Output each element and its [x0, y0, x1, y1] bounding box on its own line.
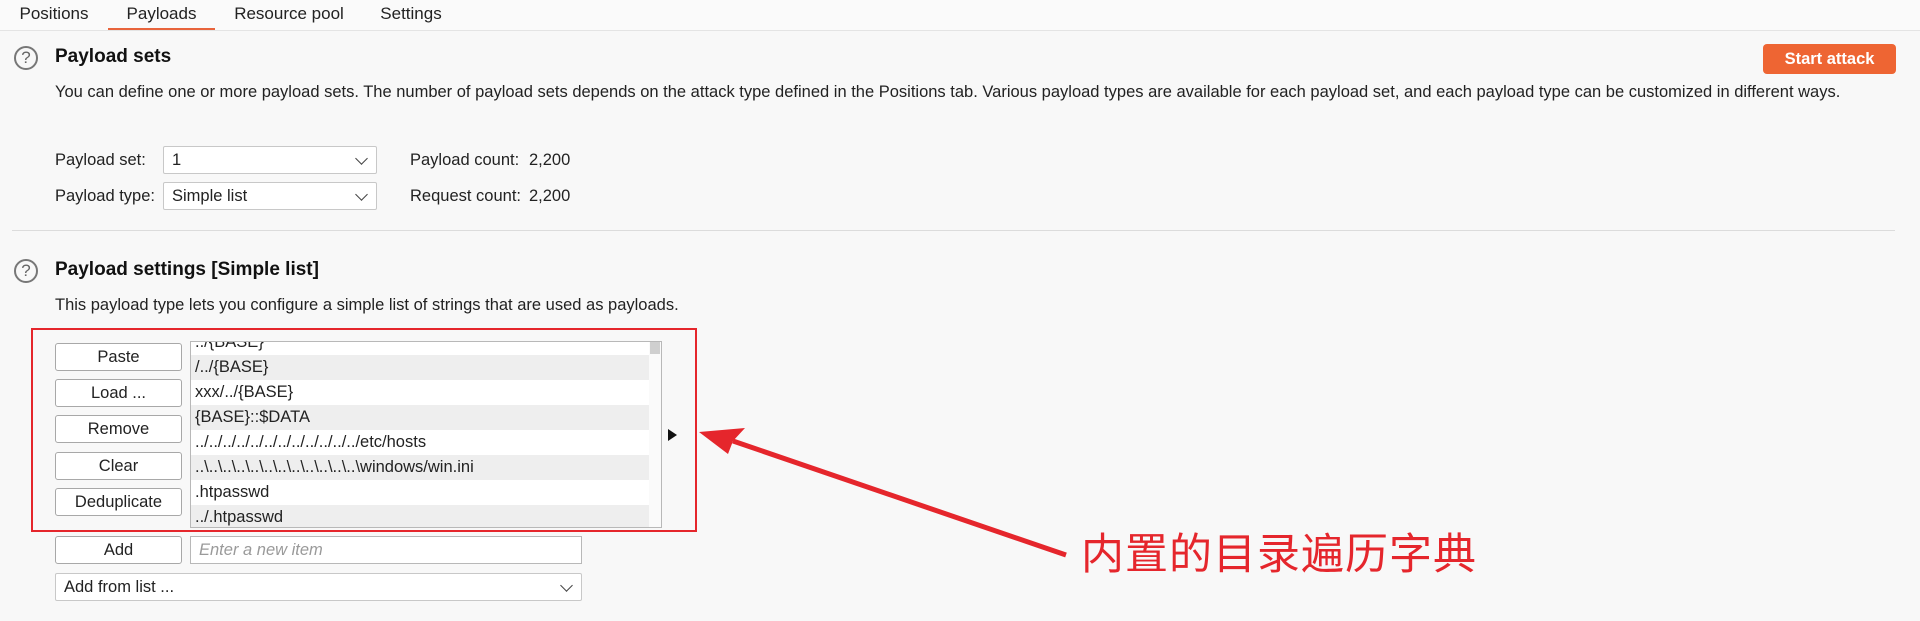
annotation-label: 内置的目录遍历字典	[1081, 530, 1477, 580]
payload-type-value: Simple list	[172, 187, 248, 205]
payload-count-label: Payload count:	[410, 151, 520, 169]
payload-count-value: 2,200	[529, 151, 571, 169]
help-icon[interactable]: ?	[14, 46, 38, 70]
payload-sets-description: You can define one or more payload sets.…	[55, 83, 1841, 101]
tab-settings[interactable]: Settings	[371, 0, 451, 28]
section-divider	[12, 230, 1895, 231]
payload-set-label: Payload set:	[55, 151, 146, 169]
tab-payloads[interactable]: Payloads	[108, 0, 215, 30]
tab-bar: Positions Payloads Resource pool Setting…	[0, 0, 1920, 31]
annotation-arrow-head	[699, 428, 745, 454]
chevron-down-icon	[355, 152, 368, 165]
add-from-list-select[interactable]: Add from list ...	[55, 573, 582, 601]
payload-set-value: 1	[172, 151, 182, 169]
request-count-value: 2,200	[529, 187, 571, 205]
new-item-input[interactable]	[190, 536, 582, 564]
payload-set-select[interactable]: 1	[163, 146, 377, 174]
payload-type-select[interactable]: Simple list	[163, 182, 377, 210]
payload-settings-description: This payload type lets you configure a s…	[55, 296, 679, 314]
tab-resource-pool[interactable]: Resource pool	[228, 0, 350, 28]
annotation-highlight-box	[31, 328, 697, 532]
chevron-down-icon	[560, 579, 573, 592]
annotation-arrow-line	[732, 438, 1067, 558]
payload-settings-title: Payload settings [Simple list]	[55, 259, 319, 280]
payload-sets-title: Payload sets	[55, 46, 172, 67]
add-button[interactable]: Add	[55, 536, 182, 564]
chevron-down-icon	[355, 188, 368, 201]
tab-positions[interactable]: Positions	[8, 0, 100, 28]
request-count-label: Request count:	[410, 187, 521, 205]
start-attack-button[interactable]: Start attack	[1763, 44, 1896, 74]
add-from-list-label: Add from list ...	[64, 578, 175, 596]
payload-type-label: Payload type:	[55, 187, 155, 205]
help-icon[interactable]: ?	[14, 259, 38, 283]
